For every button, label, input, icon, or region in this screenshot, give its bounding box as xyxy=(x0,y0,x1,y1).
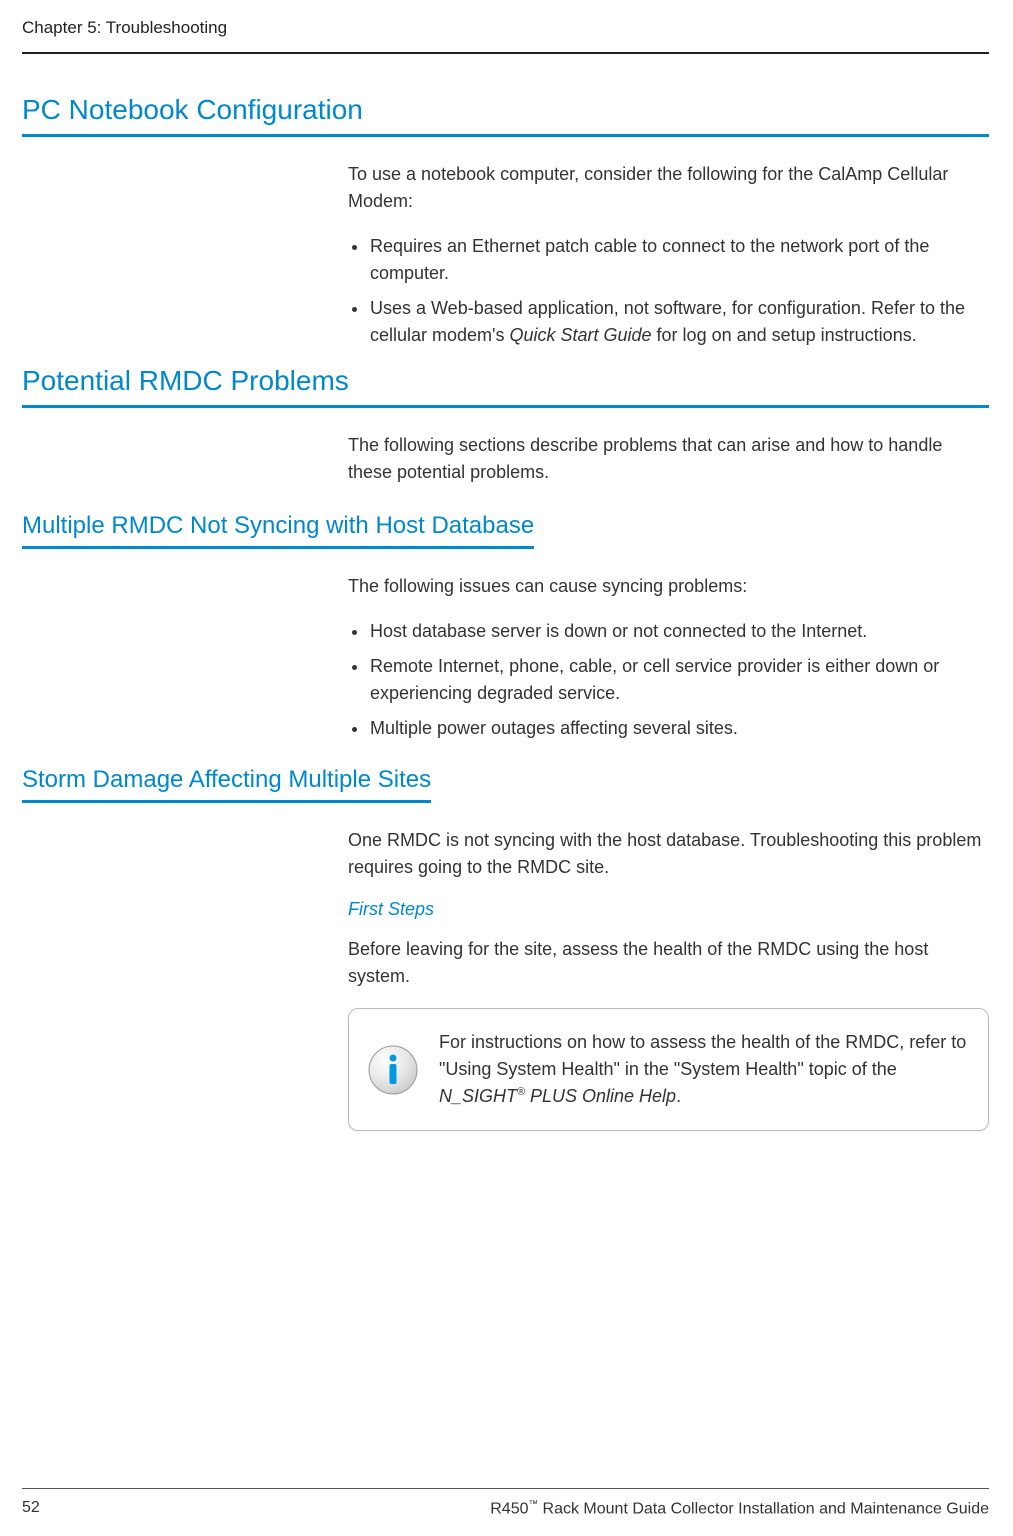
sub-subhead-first-steps: First Steps xyxy=(348,899,989,920)
list-item: Host database server is down or not conn… xyxy=(348,618,989,645)
page-footer: 52 R450™ Rack Mount Data Collector Insta… xyxy=(22,1488,989,1536)
info-icon xyxy=(367,1044,419,1096)
paragraph: The following issues can cause syncing p… xyxy=(348,573,989,600)
paragraph: Before leaving for the site, assess the … xyxy=(348,936,989,990)
info-text: For instructions on how to assess the he… xyxy=(439,1029,970,1110)
info-callout: For instructions on how to assess the he… xyxy=(348,1008,989,1131)
list-item: Uses a Web-based application, not softwa… xyxy=(348,295,989,349)
paragraph: To use a notebook computer, consider the… xyxy=(348,161,989,215)
bullet-list: Host database server is down or not conn… xyxy=(348,618,989,742)
list-item: Remote Internet, phone, cable, or cell s… xyxy=(348,653,989,707)
bullet-list: Requires an Ethernet patch cable to conn… xyxy=(348,233,989,349)
section-heading-pc-notebook: PC Notebook Configuration xyxy=(22,94,989,137)
paragraph: One RMDC is not syncing with the host da… xyxy=(348,827,989,881)
doc-title: R450™ Rack Mount Data Collector Installa… xyxy=(490,1499,989,1518)
chapter-header: Chapter 5: Troubleshooting xyxy=(22,18,989,54)
page-number: 52 xyxy=(22,1499,40,1518)
subsection-heading-multiple-rmdc: Multiple RMDC Not Syncing with Host Data… xyxy=(22,512,534,549)
list-item: Multiple power outages affecting several… xyxy=(348,715,989,742)
paragraph: The following sections describe problems… xyxy=(348,432,989,486)
list-item: Requires an Ethernet patch cable to conn… xyxy=(348,233,989,287)
subsection-heading-storm-damage: Storm Damage Affecting Multiple Sites xyxy=(22,766,431,803)
page-content: PC Notebook Configuration To use a noteb… xyxy=(22,54,989,1488)
section-heading-potential-rmdc: Potential RMDC Problems xyxy=(22,365,989,408)
